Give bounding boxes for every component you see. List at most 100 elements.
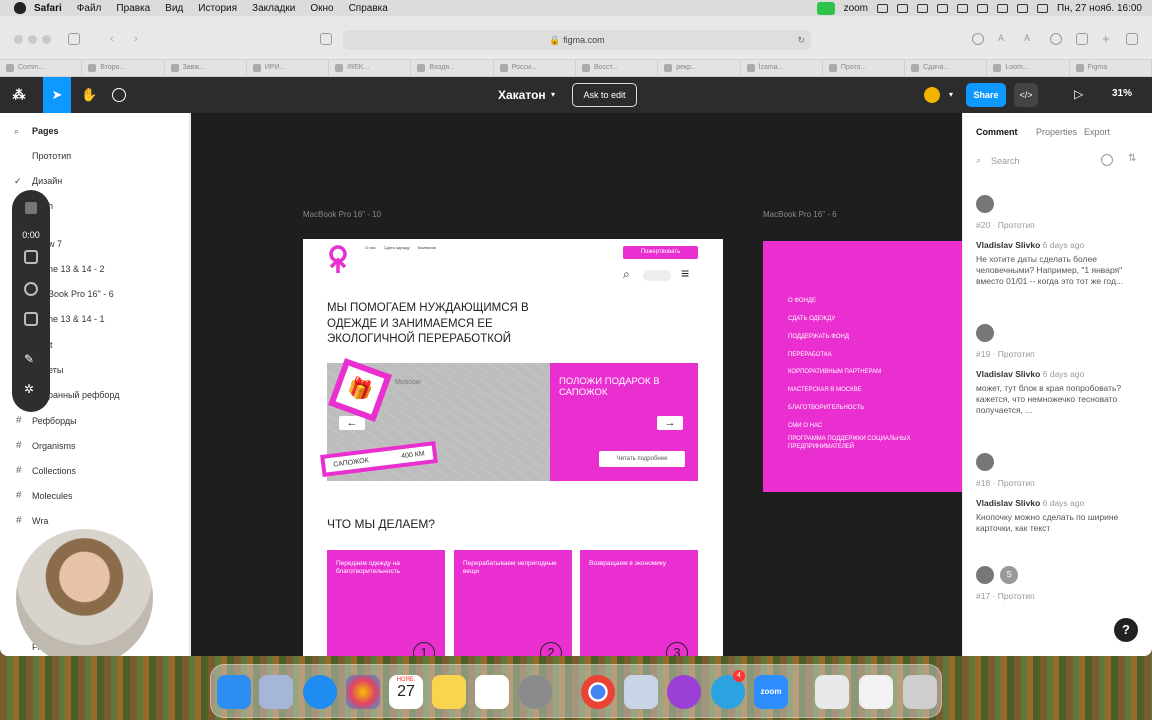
frame-item[interactable]: Collections — [32, 466, 76, 476]
play-icon[interactable] — [937, 3, 949, 13]
ask-to-edit-button[interactable]: Ask to edit — [572, 83, 637, 107]
tab-active[interactable]: Figma — [1070, 60, 1152, 76]
layer-item[interactable]: w 7 — [48, 239, 62, 249]
macbook-frame-side-menu[interactable]: О ФОНДЕ СДАТЬ ОДЕЖДУ ПОДДЕРЖАТЬ ФОНД ПЕР… — [763, 241, 962, 492]
search-icon[interactable]: ⌕ — [14, 126, 19, 137]
tab[interactable]: Прото... — [823, 60, 906, 76]
figma-canvas[interactable]: MacBook Pro 16" - 10 MacBook Pro 16" - 6… — [191, 113, 962, 656]
menu-view[interactable]: Вид — [165, 3, 183, 14]
share-button[interactable]: Share — [966, 83, 1006, 107]
layer-item[interactable]: Book Pro 16" - 6 — [48, 289, 114, 299]
filter-icon[interactable] — [1101, 154, 1113, 166]
font-icon[interactable]: A — [1024, 33, 1036, 45]
help-button[interactable]: ? — [1114, 618, 1138, 642]
system-settings-icon[interactable] — [518, 675, 552, 709]
frame-item[interactable]: Рефборды — [32, 416, 77, 426]
search-icon[interactable] — [1017, 3, 1029, 13]
tab[interactable]: Loom... — [987, 60, 1070, 76]
bluetooth-icon[interactable] — [917, 3, 929, 13]
layer-item[interactable]: еты — [48, 365, 63, 375]
tab[interactable]: Ízama... — [741, 60, 823, 76]
frame-item[interactable]: Molecules — [32, 491, 73, 501]
podcasts-icon[interactable] — [667, 675, 701, 709]
comment-author[interactable]: Vladislav Slivko 6 days ago — [976, 369, 1084, 379]
keyboard-layout-icon[interactable] — [957, 3, 969, 13]
comment-search-input[interactable]: Search — [991, 156, 1020, 166]
comment-text[interactable]: Не хотите даты сделать более человечными… — [976, 254, 1142, 287]
settings-icon[interactable] — [1050, 33, 1062, 45]
effects-icon[interactable]: ✲ — [24, 382, 38, 396]
comment-icon[interactable] — [112, 88, 126, 102]
chevron-down-icon[interactable]: ▾ — [546, 88, 560, 102]
wifi-icon[interactable] — [997, 3, 1009, 13]
zoom-level[interactable]: 31% — [1112, 88, 1132, 99]
pen-icon[interactable]: ✎ — [24, 352, 38, 366]
extension-icon[interactable] — [897, 3, 909, 13]
tab[interactable]: Завж... — [165, 60, 247, 76]
gear-icon[interactable] — [877, 3, 889, 13]
frame-label[interactable]: MacBook Pro 16" - 10 — [303, 210, 381, 219]
frame-label[interactable]: MacBook Pro 16" - 6 — [763, 210, 837, 219]
control-center-icon[interactable] — [1037, 3, 1049, 13]
zoom-app-icon[interactable]: zoom — [754, 675, 788, 709]
avatar[interactable] — [922, 85, 942, 105]
chevron-down-icon[interactable]: ▾ — [944, 88, 958, 102]
battery-icon[interactable] — [977, 3, 989, 13]
layer-item[interactable]: ne 13 & 14 - 2 — [48, 264, 105, 274]
sidebar-toggle-icon[interactable] — [68, 33, 80, 45]
new-tab-icon[interactable]: + — [1102, 32, 1114, 45]
menu-bookmarks[interactable]: Закладки — [252, 3, 295, 14]
menu-help[interactable]: Справка — [349, 3, 388, 14]
comment-author[interactable]: Vladislav Slivko 6 days ago — [976, 240, 1084, 250]
tab[interactable]: рекр... — [658, 60, 741, 76]
datetime[interactable]: Пн, 27 нояб. 16:00 — [1057, 3, 1142, 14]
window-minimize-button[interactable] — [28, 35, 37, 44]
cursor-icon[interactable]: ➤ — [50, 88, 64, 102]
sort-icon[interactable]: ⇅ — [1128, 153, 1136, 164]
reload-icon[interactable]: ↻ — [797, 30, 805, 50]
zoom-menubar-label[interactable]: zoom — [844, 3, 868, 14]
comment-text[interactable]: Кнопочку можно сделать по ширине карточк… — [976, 512, 1142, 534]
safari-icon[interactable] — [303, 675, 337, 709]
share-icon[interactable] — [1076, 33, 1088, 45]
address-bar[interactable]: 🔒 figma.com ↻ — [343, 30, 811, 50]
webcam-bubble[interactable] — [16, 529, 153, 656]
trash-icon[interactable] — [903, 675, 937, 709]
trash-icon[interactable] — [24, 312, 38, 326]
tab[interactable]: ИРИ... — [247, 60, 330, 76]
present-icon[interactable]: ▷ — [1074, 87, 1083, 101]
documents-stack-icon[interactable] — [859, 675, 893, 709]
tab[interactable]: Росси... — [494, 60, 576, 76]
tab[interactable]: Входя... — [411, 60, 494, 76]
downloads-stack-icon[interactable] — [815, 675, 849, 709]
forward-icon[interactable]: › — [134, 33, 146, 45]
tab-comment[interactable]: Comment — [976, 127, 1018, 137]
translate-icon[interactable]: A — [998, 33, 1010, 45]
reader-icon[interactable] — [320, 33, 332, 45]
comment-text[interactable]: может, тут блок в края попробовать? каже… — [976, 383, 1142, 416]
frame-item[interactable]: Organisms — [32, 441, 76, 451]
layer-item[interactable]: ne 13 & 14 - 1 — [48, 314, 105, 324]
tab[interactable]: Comm... — [0, 60, 83, 76]
menu-file[interactable]: Файл — [77, 3, 102, 14]
frame-item[interactable]: Wra — [32, 516, 48, 526]
page-item-active[interactable]: Дизайн — [32, 176, 62, 186]
page-item[interactable]: Прототип — [32, 151, 71, 161]
preview-icon[interactable] — [624, 675, 658, 709]
finder-icon[interactable] — [217, 675, 251, 709]
menu-edit[interactable]: Правка — [116, 3, 150, 14]
apple-icon[interactable] — [14, 2, 26, 14]
notes-icon[interactable] — [432, 675, 466, 709]
figma-main-menu-icon[interactable]: ⁂ — [12, 88, 26, 102]
calendar-icon[interactable]: НОЯБ. 27 — [389, 675, 423, 709]
tab-properties[interactable]: Properties — [1036, 127, 1077, 137]
tab[interactable]: IREK... — [329, 60, 412, 76]
macbook-frame-main[interactable]: О нас Сдать одежду Компании Пожертвовать… — [303, 225, 723, 656]
tab[interactable]: Восст... — [576, 60, 659, 76]
restart-icon[interactable] — [24, 282, 38, 296]
stop-record-icon[interactable] — [25, 202, 37, 214]
menu-app-name[interactable]: Safari — [34, 3, 62, 14]
dev-mode-button[interactable]: </> — [1014, 83, 1038, 107]
tab[interactable]: Второ... — [82, 60, 165, 76]
tab[interactable]: Сдача... — [905, 60, 988, 76]
